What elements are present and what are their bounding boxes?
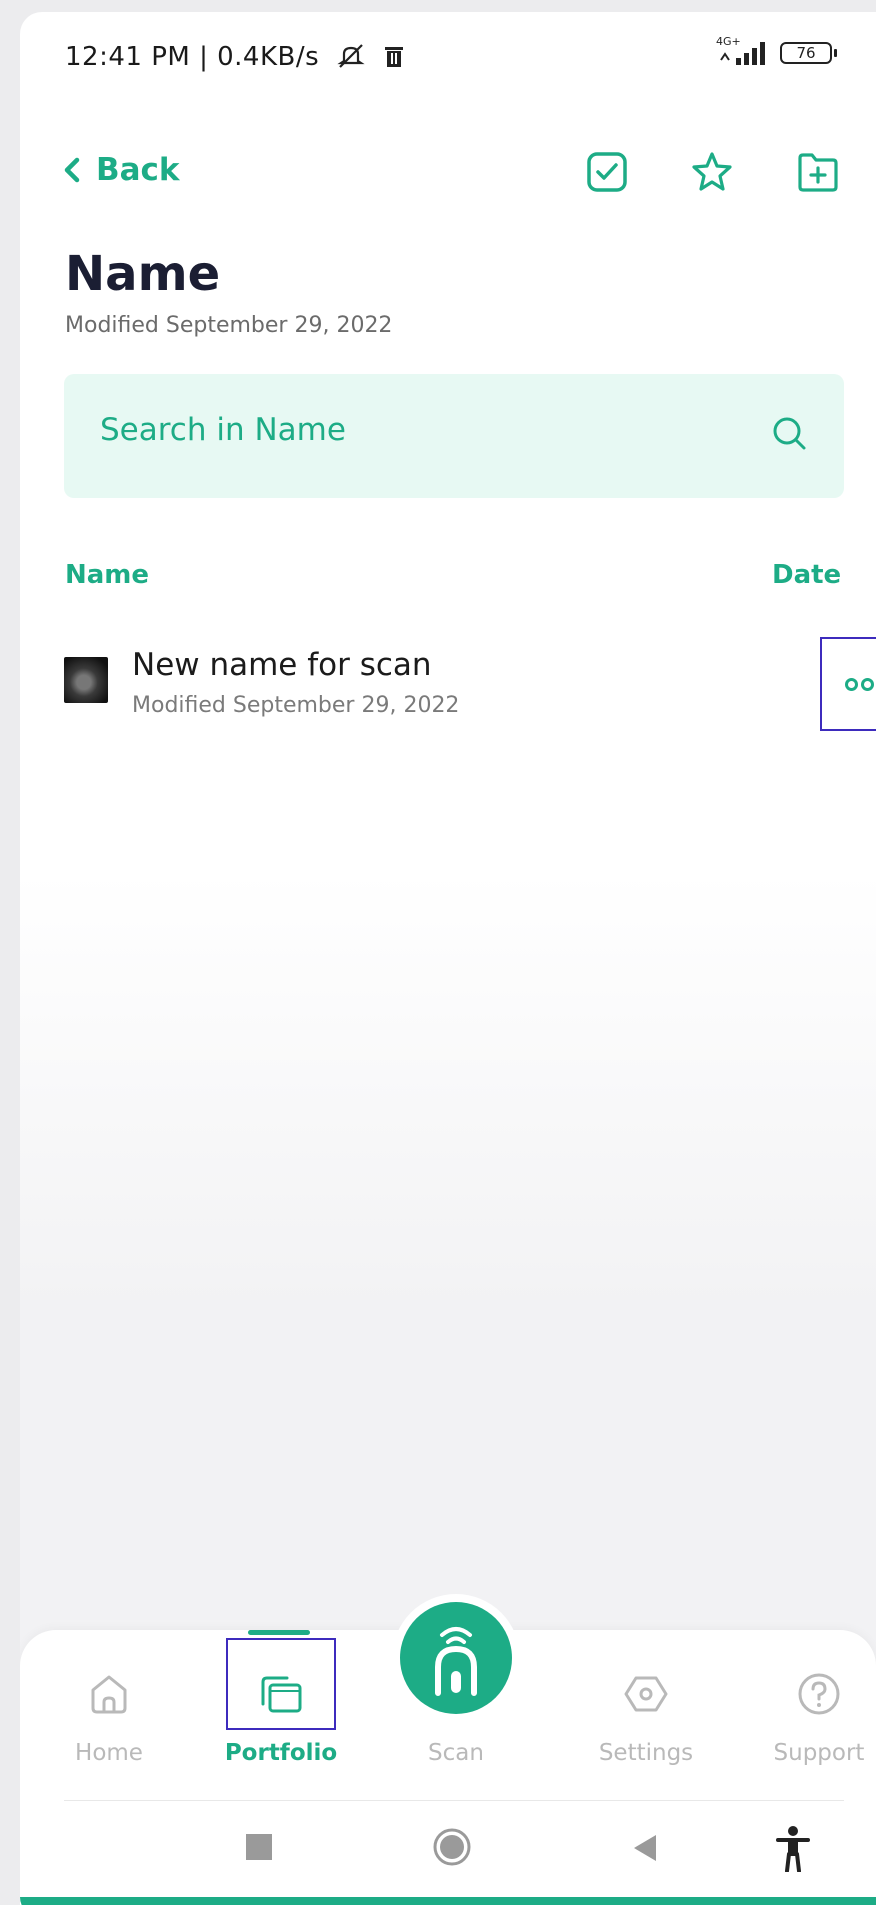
column-header-name[interactable]: Name	[65, 560, 149, 590]
more-dot-icon	[860, 677, 874, 691]
list-item[interactable]: New name for scan Modified September 29,…	[64, 637, 876, 737]
nav-scan[interactable]: Scan	[391, 1740, 521, 1766]
chevron-left-icon	[64, 157, 80, 183]
trash-icon	[384, 47, 403, 67]
scan-probe-icon	[435, 1627, 477, 1696]
mute-icon	[337, 44, 365, 68]
page-modified-date: Modified September 29, 2022	[65, 313, 393, 338]
home-icon	[91, 1675, 127, 1714]
app-screen: 12:41 PM | 0.4KB/s 4G+ 76 Back Name Modi…	[20, 12, 876, 1905]
nav-portfolio-label: Portfolio	[224, 1740, 338, 1766]
nav-divider	[64, 1800, 844, 1801]
search-icon[interactable]	[770, 414, 810, 454]
search-bar	[64, 374, 844, 498]
column-header-date[interactable]: Date	[772, 560, 841, 590]
home-system-icon[interactable]	[432, 1827, 472, 1867]
status-bar-time: 12:41 PM | 0.4KB/s	[65, 42, 405, 72]
page-title: Name	[65, 246, 221, 302]
select-checkbox-icon[interactable]	[585, 150, 629, 194]
bottom-navigation: Home Portfolio Scan Settings Support	[20, 1594, 876, 1905]
back-label: Back	[96, 152, 180, 188]
nav-home-label: Home	[75, 1740, 143, 1766]
accessibility-icon[interactable]	[776, 1826, 810, 1872]
battery-icon: 76	[780, 42, 837, 64]
battery-level: 76	[796, 44, 816, 62]
nav-home[interactable]: Home	[44, 1670, 174, 1766]
search-input[interactable]	[100, 412, 700, 448]
nav-support-label: Support	[773, 1740, 865, 1766]
nav-support[interactable]: Support	[754, 1670, 876, 1766]
portfolio-icon	[261, 1676, 302, 1713]
more-dot-icon	[844, 677, 858, 691]
list-item-modified: Modified September 29, 2022	[132, 693, 460, 718]
status-time-text: 12:41 PM | 0.4KB/s	[65, 42, 320, 72]
nav-settings-label: Settings	[598, 1740, 694, 1766]
signal-icon: 4G+	[716, 36, 770, 66]
new-folder-icon[interactable]	[796, 150, 840, 194]
settings-icon	[624, 1676, 668, 1712]
nav-portfolio[interactable]: Portfolio	[216, 1670, 346, 1766]
status-bar-indicators: 4G+ 76	[716, 36, 837, 66]
back-system-icon[interactable]	[632, 1833, 658, 1863]
list-item-title: New name for scan	[132, 647, 432, 683]
more-options-button[interactable]	[820, 637, 876, 731]
recent-apps-icon[interactable]	[246, 1834, 272, 1860]
back-button[interactable]: Back	[62, 152, 180, 188]
nav-scan-label: Scan	[428, 1740, 484, 1766]
bottom-accent-bar	[20, 1897, 876, 1905]
nav-settings[interactable]: Settings	[581, 1670, 711, 1766]
active-tab-indicator	[248, 1630, 310, 1635]
help-icon	[798, 1673, 840, 1715]
star-icon[interactable]	[690, 150, 734, 194]
network-type: 4G+	[716, 35, 741, 48]
scan-button[interactable]	[400, 1602, 512, 1714]
scan-thumbnail	[64, 657, 108, 703]
